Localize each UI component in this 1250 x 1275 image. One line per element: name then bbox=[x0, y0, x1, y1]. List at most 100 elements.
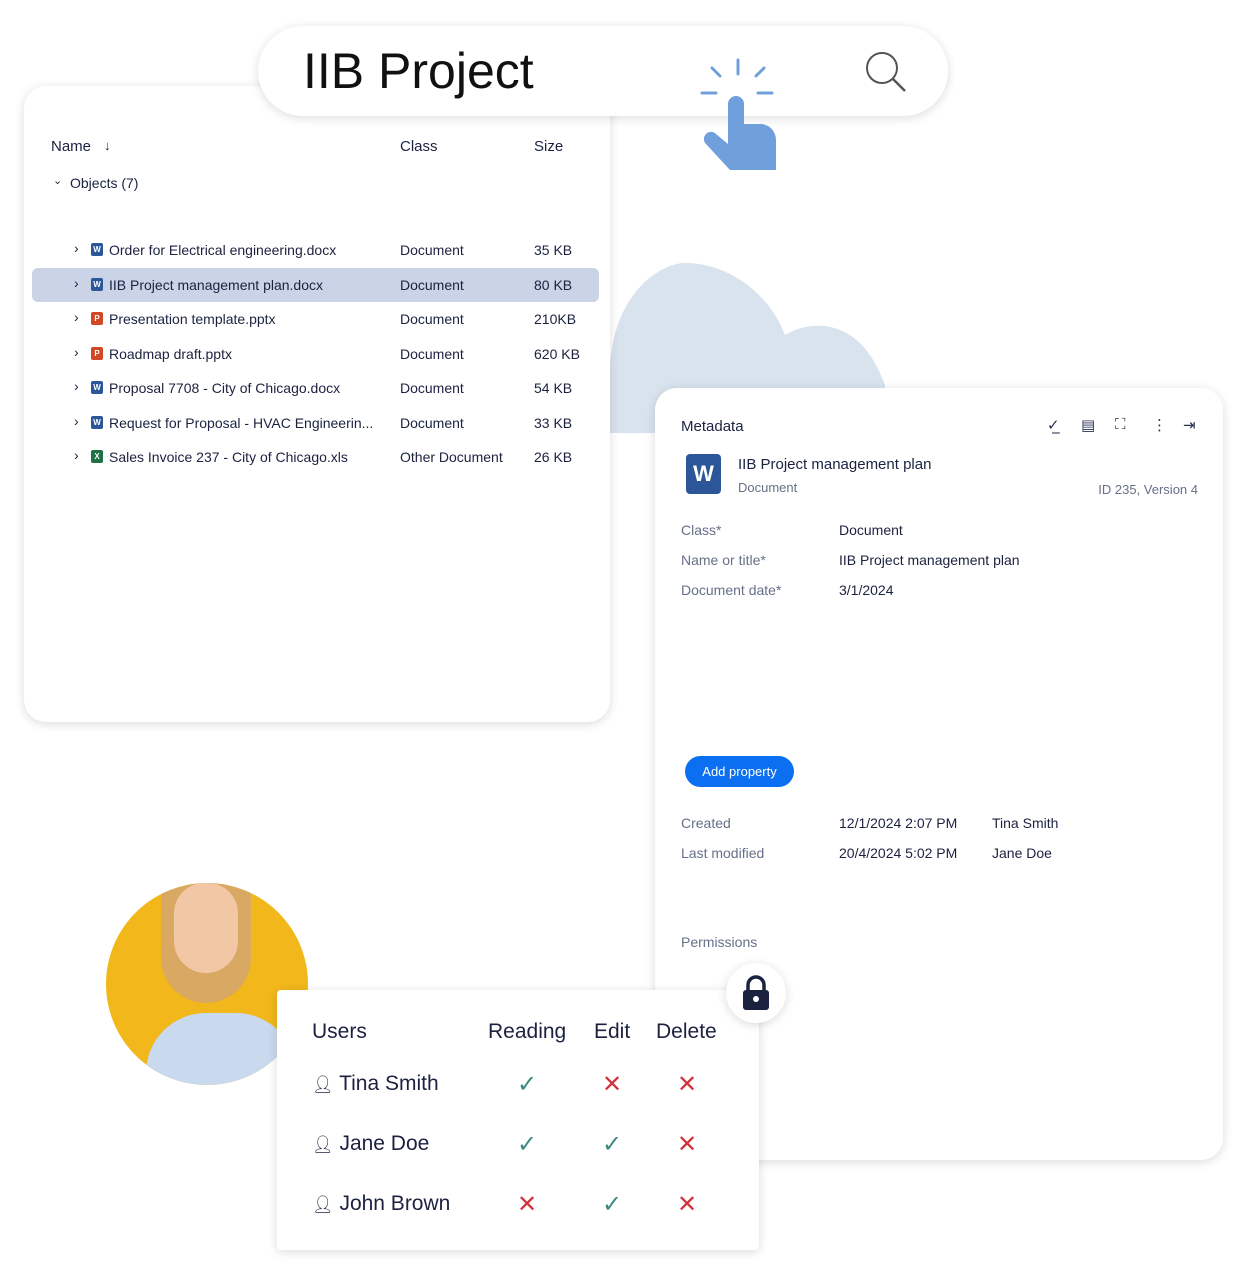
chevron-right-icon[interactable]: › bbox=[74, 378, 79, 394]
file-name: Presentation template.pptx bbox=[109, 311, 276, 327]
delete-cross-icon: ✕ bbox=[677, 1131, 698, 1158]
lock-icon bbox=[743, 975, 769, 1010]
word-file-icon: W bbox=[91, 381, 103, 394]
add-property-button[interactable]: Add property bbox=[685, 756, 794, 787]
file-name: Sales Invoice 237 - City of Chicago.xls bbox=[109, 449, 348, 465]
word-file-icon: W bbox=[91, 277, 103, 291]
user-name: John Brown bbox=[339, 1192, 451, 1215]
created-date: 12/1/2024 2:07 PM bbox=[839, 815, 958, 831]
property-label: Document date* bbox=[681, 582, 782, 598]
file-class: Document bbox=[400, 345, 464, 362]
file-row[interactable]: › W Proposal 7708 - City of Chicago.docx… bbox=[32, 371, 599, 405]
chevron-down-icon[interactable]: ⌄ bbox=[53, 174, 62, 187]
file-size: 620 KB bbox=[534, 345, 580, 362]
doc-class: Document bbox=[738, 480, 798, 495]
permission-user: 👤︎ John Brown bbox=[312, 1192, 450, 1216]
chevron-right-icon[interactable]: › bbox=[74, 240, 79, 256]
created-label: Created bbox=[681, 815, 731, 831]
file-class: Other Document bbox=[400, 449, 503, 465]
property-value[interactable]: IIB Project management plan bbox=[839, 552, 1020, 568]
modified-date: 20/4/2024 5:02 PM bbox=[839, 845, 958, 861]
column-class[interactable]: Class bbox=[400, 138, 438, 155]
edit-check-icon: ✓ bbox=[602, 1191, 623, 1218]
search-bar[interactable]: IIB Project bbox=[258, 26, 948, 116]
lock-button[interactable] bbox=[726, 963, 786, 1023]
reading-check-icon: ✓ bbox=[517, 1131, 538, 1158]
modified-user: Jane Doe bbox=[992, 845, 1052, 861]
file-class: Document bbox=[400, 276, 464, 293]
modified-label: Last modified bbox=[681, 845, 765, 861]
property-label: Name or title* bbox=[681, 552, 766, 568]
excel-file-icon: X bbox=[91, 450, 103, 463]
file-size: 54 KB bbox=[534, 380, 573, 396]
collapse-panel-icon[interactable]: ⇥ bbox=[1183, 416, 1196, 434]
file-row[interactable]: › P Presentation template.pptx Document … bbox=[32, 302, 599, 336]
created-user: Tina Smith bbox=[992, 815, 1059, 831]
delete-cross-icon: ✕ bbox=[677, 1071, 698, 1098]
word-document-icon: W bbox=[686, 454, 721, 494]
header-users: Users bbox=[312, 1020, 367, 1043]
file-name: Roadmap draft.pptx bbox=[109, 345, 232, 362]
file-size: 210KB bbox=[534, 311, 577, 327]
chevron-right-icon[interactable]: › bbox=[74, 275, 79, 291]
powerpoint-file-icon: P bbox=[91, 312, 103, 325]
permissions-table: Users Reading Edit Delete 👤︎ Tina Smith ✓… bbox=[277, 990, 759, 1250]
file-size: 33 KB bbox=[534, 414, 573, 431]
user-icon: 👤︎ bbox=[312, 1195, 334, 1214]
fullscreen-icon[interactable]: ⛶ bbox=[1115, 416, 1126, 433]
user-name: Jane Doe bbox=[339, 1132, 430, 1155]
file-size: 35 KB bbox=[534, 242, 573, 258]
edit-cross-icon: ✕ bbox=[602, 1071, 623, 1098]
file-class: Document bbox=[400, 414, 464, 431]
file-class: Document bbox=[400, 311, 464, 327]
permission-user: 👤︎ Jane Doe bbox=[312, 1132, 429, 1156]
reading-cross-icon: ✕ bbox=[517, 1191, 538, 1218]
file-name: Request for Proposal - HVAC Engineerin..… bbox=[109, 414, 374, 431]
delete-cross-icon: ✕ bbox=[677, 1191, 698, 1218]
file-row[interactable]: › P Roadmap draft.pptx Document 620 KB bbox=[32, 337, 599, 371]
permission-user: 👤︎ Tina Smith bbox=[312, 1072, 439, 1096]
search-query[interactable]: IIB Project bbox=[303, 42, 534, 100]
chevron-right-icon[interactable]: › bbox=[74, 309, 79, 325]
powerpoint-file-icon: P bbox=[91, 346, 103, 360]
edit-check-icon: ✓ bbox=[602, 1131, 623, 1158]
chevron-right-icon[interactable]: › bbox=[74, 447, 79, 463]
chevron-right-icon[interactable]: › bbox=[74, 344, 79, 360]
file-name: Order for Electrical engineering.docx bbox=[109, 242, 337, 258]
metadata-title: Metadata bbox=[681, 418, 744, 435]
user-icon: 👤︎ bbox=[312, 1135, 334, 1154]
column-size[interactable]: Size bbox=[534, 138, 563, 155]
more-icon[interactable]: ⋮ bbox=[1152, 416, 1167, 434]
file-name: Proposal 7708 - City of Chicago.docx bbox=[109, 380, 341, 396]
header-delete: Delete bbox=[656, 1020, 717, 1043]
doc-title: IIB Project management plan bbox=[738, 456, 932, 473]
property-label: Class* bbox=[681, 522, 722, 538]
group-objects[interactable]: Objects (7) bbox=[70, 175, 138, 191]
word-file-icon: W bbox=[91, 243, 103, 256]
file-row[interactable]: › W Order for Electrical engineering.doc… bbox=[32, 233, 599, 267]
property-value[interactable]: Document bbox=[839, 522, 903, 538]
pointer-click-icon bbox=[700, 58, 777, 170]
id-version: ID 235, Version 4 bbox=[1098, 482, 1198, 497]
sort-down-icon[interactable]: ↓ bbox=[104, 138, 111, 153]
file-row[interactable]: › X Sales Invoice 237 - City of Chicago.… bbox=[32, 440, 599, 474]
file-size: 26 KB bbox=[534, 449, 573, 465]
chevron-right-icon[interactable]: › bbox=[74, 413, 79, 429]
property-value[interactable]: 3/1/2024 bbox=[839, 582, 894, 598]
file-row[interactable]: › W IIB Project management plan.docx Doc… bbox=[32, 267, 599, 302]
file-size: 80 KB bbox=[534, 276, 573, 293]
file-class: Document bbox=[400, 242, 464, 258]
reading-check-icon: ✓ bbox=[517, 1071, 538, 1098]
file-name: IIB Project management plan.docx bbox=[109, 276, 324, 293]
user-icon: 👤︎ bbox=[312, 1075, 334, 1094]
file-row[interactable]: › W Request for Proposal - HVAC Engineer… bbox=[32, 406, 599, 440]
word-file-icon: W bbox=[91, 415, 103, 429]
workflow-icon[interactable]: ✓̲ bbox=[1047, 416, 1060, 434]
column-name[interactable]: Name bbox=[51, 138, 91, 155]
comment-icon[interactable]: ▤ bbox=[1081, 416, 1095, 434]
header-edit: Edit bbox=[594, 1020, 631, 1043]
user-name: Tina Smith bbox=[339, 1072, 439, 1095]
search-icon[interactable] bbox=[862, 48, 908, 94]
file-list-panel: Name ↓ Class Size ⌄ Objects (7) › W Orde… bbox=[24, 86, 610, 722]
permissions-label: Permissions bbox=[681, 934, 758, 950]
